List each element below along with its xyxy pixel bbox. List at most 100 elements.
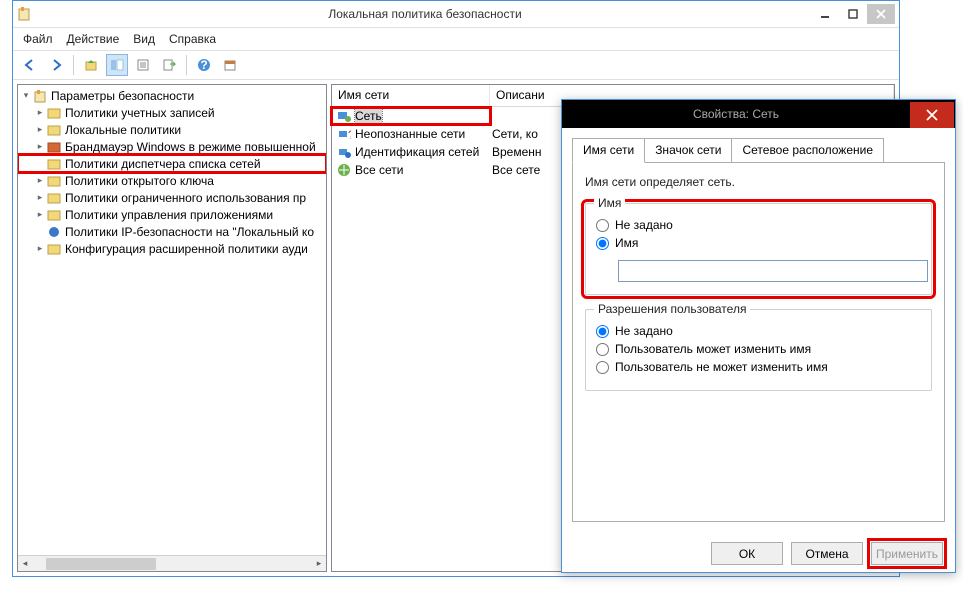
tree-item-label: Политики диспетчера списка сетей bbox=[65, 157, 261, 171]
list-cell: Все сети bbox=[355, 163, 404, 177]
dialog-buttons: ОК Отмена Применить bbox=[562, 532, 955, 575]
folder-icon bbox=[46, 122, 62, 138]
dialog-description: Имя сети определяет сеть. bbox=[585, 175, 932, 189]
radio-label: Не задано bbox=[615, 324, 673, 338]
toolbar-separator bbox=[73, 55, 74, 75]
toolbar: ? bbox=[13, 50, 899, 80]
folder-icon bbox=[46, 207, 62, 223]
tree-item[interactable]: ▸ Политики учетных записей bbox=[18, 104, 326, 121]
tree-item[interactable]: ▸Политики открытого ключа bbox=[18, 172, 326, 189]
menu-view[interactable]: Вид bbox=[133, 32, 155, 46]
radio-label: Не задано bbox=[615, 218, 673, 232]
scrollbar-thumb[interactable] bbox=[46, 558, 156, 570]
scroll-right-icon[interactable]: ▸ bbox=[312, 557, 326, 571]
cancel-button[interactable]: Отмена bbox=[791, 542, 863, 565]
network-identify-icon bbox=[336, 144, 352, 160]
export-button[interactable] bbox=[158, 54, 180, 76]
expander-icon[interactable]: ▸ bbox=[34, 124, 46, 135]
view-button[interactable] bbox=[106, 54, 128, 76]
menu-action[interactable]: Действие bbox=[67, 32, 120, 46]
radio-perm-notset[interactable]: Не задано bbox=[596, 324, 921, 338]
calendar-button[interactable] bbox=[219, 54, 241, 76]
tree-root[interactable]: ▾ Параметры безопасности bbox=[18, 87, 326, 104]
groupbox-legend: Имя bbox=[594, 196, 625, 210]
tab-network-location[interactable]: Сетевое расположение bbox=[731, 138, 884, 163]
expander-icon[interactable]: ▸ bbox=[34, 141, 46, 152]
dialog-close-button[interactable] bbox=[910, 102, 954, 128]
radio-input[interactable] bbox=[596, 325, 609, 338]
network-icon bbox=[336, 108, 352, 124]
radio-input[interactable] bbox=[596, 343, 609, 356]
expander-icon[interactable]: ▾ bbox=[20, 90, 32, 101]
ok-button[interactable]: ОК bbox=[711, 542, 783, 565]
tree-root-label: Параметры безопасности bbox=[51, 89, 194, 103]
expander-icon[interactable]: ▸ bbox=[34, 107, 46, 118]
list-cell: Все сете bbox=[492, 163, 540, 177]
radio-perm-can-change[interactable]: Пользователь может изменить имя bbox=[596, 342, 921, 356]
expander-icon bbox=[34, 159, 46, 169]
radio-perm-cannot-change[interactable]: Пользователь не может изменить имя bbox=[596, 360, 921, 374]
list-cell: Идентификация сетей bbox=[355, 145, 479, 159]
expander-icon[interactable]: ▸ bbox=[34, 192, 46, 203]
groupbox-permissions: Разрешения пользователя Не задано Пользо… bbox=[585, 309, 932, 391]
dialog-titlebar: Свойства: Сеть bbox=[562, 100, 955, 128]
tree-item-label: Брандмауэр Windows в режиме повышенной bbox=[65, 140, 316, 154]
back-button[interactable] bbox=[19, 54, 41, 76]
folder-icon bbox=[46, 173, 62, 189]
scroll-left-icon[interactable]: ◂ bbox=[18, 557, 32, 571]
groupbox-name: Имя Не задано Имя bbox=[585, 203, 932, 295]
minimize-button[interactable] bbox=[811, 4, 839, 24]
forward-button[interactable] bbox=[45, 54, 67, 76]
tree-item-selected[interactable]: Политики диспетчера списка сетей bbox=[18, 155, 326, 172]
expander-icon[interactable]: ▸ bbox=[34, 243, 46, 254]
tree-item-label: Политики ограниченного использования пр bbox=[65, 191, 306, 205]
list-cell: Сеть bbox=[355, 109, 382, 123]
tree-pane: ▾ Параметры безопасности ▸ Политики учетн… bbox=[17, 84, 327, 572]
network-name-input[interactable] bbox=[618, 260, 928, 282]
tree-item[interactable]: ▸ Локальные политики bbox=[18, 121, 326, 138]
expander-icon[interactable]: ▸ bbox=[34, 209, 46, 220]
tree-item-label: Политики управления приложениями bbox=[65, 208, 273, 222]
security-icon bbox=[32, 88, 48, 104]
column-header-name[interactable]: Имя сети bbox=[332, 85, 490, 106]
detail-button[interactable] bbox=[132, 54, 154, 76]
up-button[interactable] bbox=[80, 54, 102, 76]
svg-text:?: ? bbox=[348, 128, 351, 141]
menu-help[interactable]: Справка bbox=[169, 32, 216, 46]
close-button[interactable] bbox=[867, 4, 895, 24]
tree-item[interactable]: ▸ Политики ограниченного использования пр bbox=[18, 189, 326, 206]
tree-item[interactable]: ▸ Брандмауэр Windows в режиме повышенной bbox=[18, 138, 326, 155]
radio-label: Пользователь может изменить имя bbox=[615, 342, 811, 356]
tree-item[interactable]: ▸ Политики управления приложениями bbox=[18, 206, 326, 223]
radio-input[interactable] bbox=[596, 361, 609, 374]
dialog-title: Свойства: Сеть bbox=[562, 107, 910, 121]
tree-item[interactable]: Политики IP-безопасности на "Локальный к… bbox=[18, 223, 326, 240]
maximize-button[interactable] bbox=[839, 4, 867, 24]
tree-item-label: Политики IP-безопасности на "Локальный к… bbox=[65, 225, 314, 239]
menu-file[interactable]: Файл bbox=[23, 32, 53, 46]
radio-input[interactable] bbox=[596, 237, 609, 250]
apply-button[interactable]: Применить bbox=[871, 542, 943, 565]
folder-icon bbox=[46, 105, 62, 121]
tree-item-label: Локальные политики bbox=[65, 123, 181, 137]
expander-icon[interactable]: ▸ bbox=[34, 175, 46, 186]
radio-name-name[interactable]: Имя bbox=[596, 236, 921, 250]
help-button[interactable]: ? bbox=[193, 54, 215, 76]
properties-dialog: Свойства: Сеть Имя сети Значок сети Сете… bbox=[561, 99, 956, 573]
tree: ▾ Параметры безопасности ▸ Политики учетн… bbox=[18, 85, 326, 259]
tree-item[interactable]: ▸Конфигурация расширенной политики ауди bbox=[18, 240, 326, 257]
radio-name-notset[interactable]: Не задано bbox=[596, 218, 921, 232]
radio-input[interactable] bbox=[596, 219, 609, 232]
window-title: Локальная политика безопасности bbox=[39, 7, 811, 21]
tab-network-name[interactable]: Имя сети bbox=[572, 138, 645, 163]
tab-network-icon[interactable]: Значок сети bbox=[644, 138, 732, 163]
folder-icon bbox=[46, 156, 62, 172]
folder-icon bbox=[46, 241, 62, 257]
groupbox-legend: Разрешения пользователя bbox=[594, 302, 750, 316]
ipsec-icon bbox=[46, 224, 62, 240]
titlebar: Локальная политика безопасности bbox=[13, 1, 899, 28]
tree-item-label: Политики учетных записей bbox=[65, 106, 215, 120]
caption-buttons bbox=[811, 4, 895, 24]
horizontal-scrollbar[interactable]: ◂ ▸ bbox=[18, 555, 326, 571]
list-cell: Неопознанные сети bbox=[355, 127, 465, 141]
